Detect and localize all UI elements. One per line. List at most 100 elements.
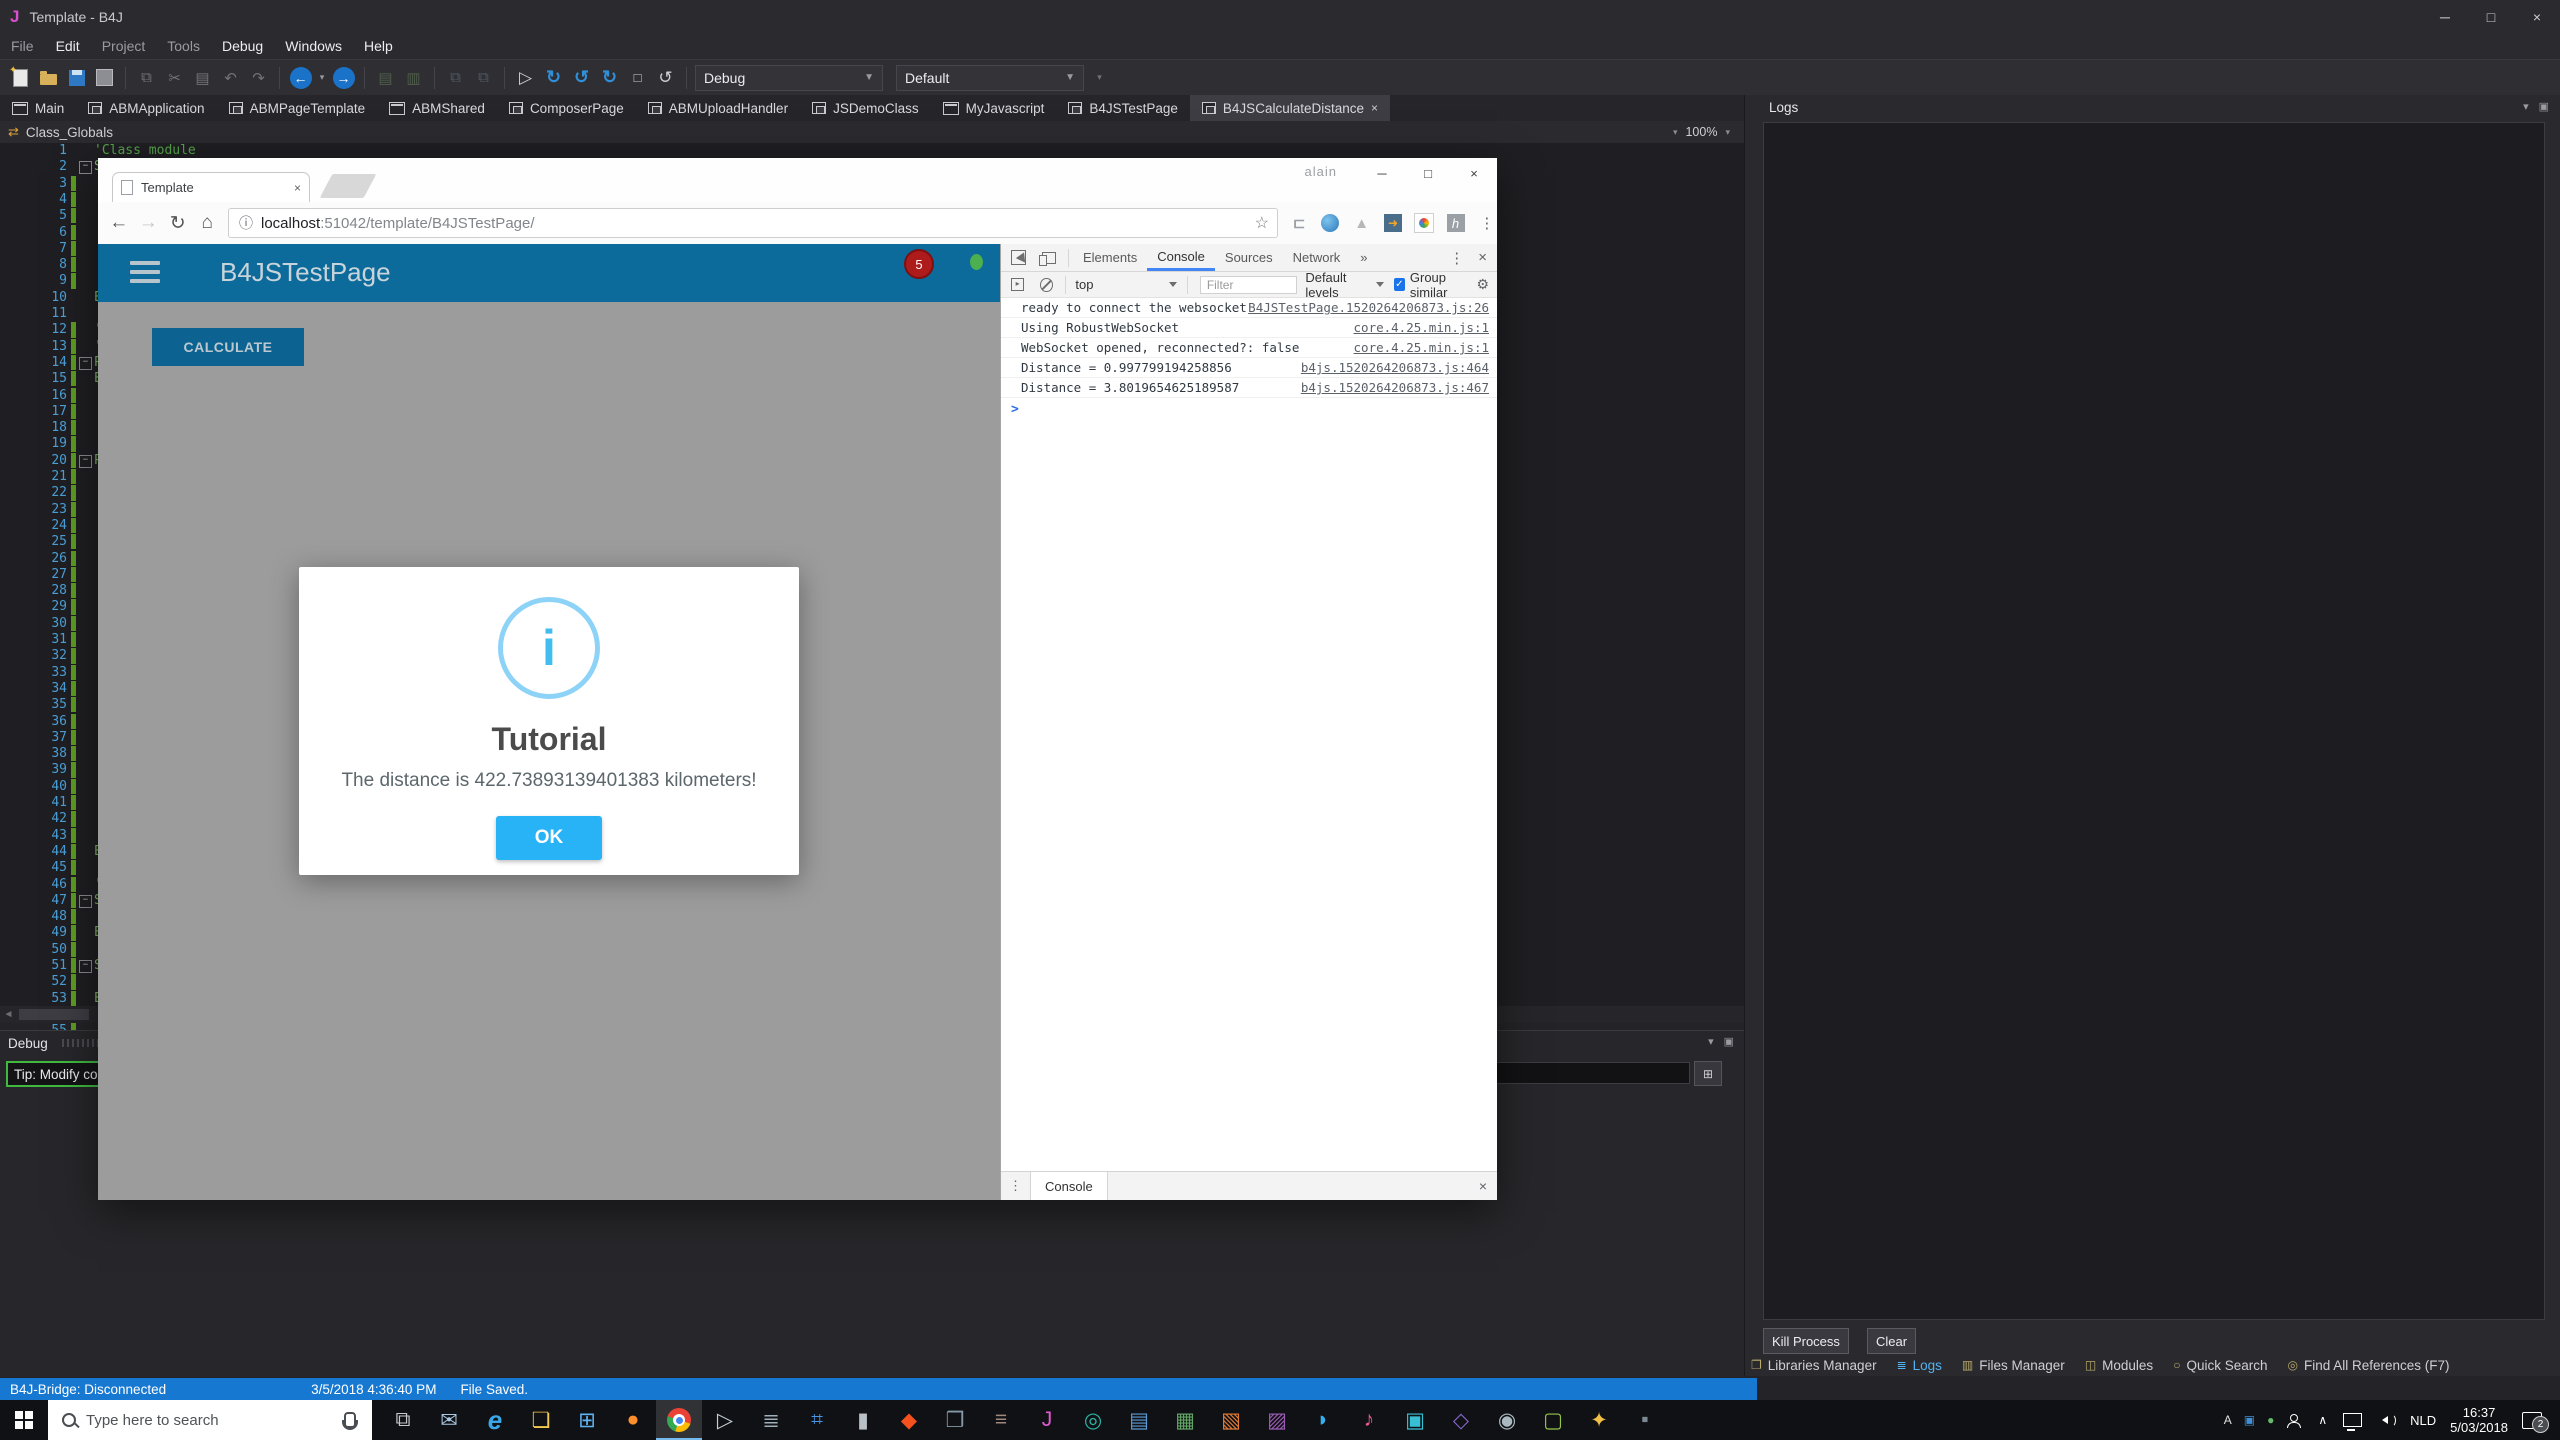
- taskbar-edge-icon[interactable]: e: [472, 1400, 518, 1440]
- page-info-icon[interactable]: ⓘ: [239, 213, 253, 233]
- run-icon[interactable]: ▷: [513, 65, 538, 90]
- ide-tab-composerpage[interactable]: ComposerPage: [497, 95, 636, 121]
- console-source-link[interactable]: core.4.25.min.js:1: [1354, 340, 1489, 355]
- ide-tab-main[interactable]: Main: [0, 95, 76, 121]
- console-source-link[interactable]: core.4.25.min.js:1: [1354, 320, 1489, 335]
- start-button[interactable]: [0, 1400, 48, 1440]
- group-similar-checkbox[interactable]: ✓: [1394, 278, 1405, 291]
- menu-tools[interactable]: Tools: [156, 38, 211, 54]
- devtools-menu-icon[interactable]: ⋮: [1449, 249, 1464, 267]
- fold-marker-icon[interactable]: −: [79, 161, 92, 174]
- build-configuration-dropdown[interactable]: Debug▼: [695, 65, 883, 91]
- tool-tab-quick-search[interactable]: ○Quick Search: [2173, 1358, 2267, 1373]
- taskbar-b4j-icon[interactable]: J: [1024, 1400, 1070, 1440]
- taskbar-store-icon[interactable]: ⊞: [564, 1400, 610, 1440]
- clock[interactable]: 16:37 5/03/2018: [2450, 1405, 2508, 1435]
- taskbar-sheets-icon[interactable]: ▦: [1162, 1400, 1208, 1440]
- comment-icon[interactable]: ▤: [373, 65, 398, 90]
- debug-step-icon[interactable]: ↻: [597, 65, 622, 90]
- devtools-tab-network[interactable]: Network: [1283, 244, 1351, 271]
- menu-windows[interactable]: Windows: [274, 38, 353, 54]
- console-filter-input[interactable]: Filter: [1200, 276, 1298, 294]
- ide-minimize-button[interactable]: ─: [2422, 0, 2468, 33]
- devtools-tab-console[interactable]: Console: [1147, 244, 1215, 271]
- browser-profile-button[interactable]: alain: [1305, 164, 1337, 179]
- drawer-menu-icon[interactable]: ⋮: [1009, 1178, 1022, 1194]
- speaker-icon[interactable]: [2378, 1413, 2396, 1427]
- logs-panel-pin-icon[interactable]: ▣: [2539, 100, 2549, 113]
- ide-close-button[interactable]: ×: [2514, 0, 2560, 33]
- menu-project[interactable]: Project: [91, 38, 157, 54]
- logs-output-area[interactable]: [1763, 122, 2545, 1320]
- taskbar-photos-icon[interactable]: ▣: [1392, 1400, 1438, 1440]
- taskbar-chrome-icon[interactable]: [656, 1400, 702, 1440]
- ide-maximize-button[interactable]: □: [2468, 0, 2514, 33]
- next-module-icon[interactable]: ⧉: [471, 65, 496, 90]
- microphone-icon[interactable]: [344, 1412, 356, 1428]
- taskbar-code-editor-icon[interactable]: ⌗: [794, 1400, 840, 1440]
- save-icon[interactable]: [64, 65, 89, 90]
- inspect-element-icon[interactable]: [1011, 250, 1026, 265]
- ide-tab-b4jscalculatedistance[interactable]: B4JSCalculateDistance×: [1190, 95, 1390, 121]
- reload-icon[interactable]: ↻: [163, 212, 193, 235]
- scrollbar-thumb[interactable]: [19, 1009, 89, 1020]
- debug-panel-pin-icon[interactable]: ▣: [1724, 1035, 1734, 1048]
- tray-app-3-icon[interactable]: ●: [2267, 1413, 2274, 1427]
- extension-photos-icon[interactable]: [1414, 212, 1434, 234]
- tray-app-1-icon[interactable]: A: [2224, 1413, 2232, 1427]
- forward-icon[interactable]: →: [134, 212, 164, 234]
- taskbar-task-view-icon[interactable]: ⧉: [380, 1400, 426, 1440]
- browser-maximize-button[interactable]: □: [1405, 158, 1451, 188]
- browser-menu-icon[interactable]: ⋮: [1477, 212, 1497, 234]
- tab-close-icon[interactable]: ×: [1371, 101, 1378, 115]
- cut-icon[interactable]: ✂: [162, 65, 187, 90]
- network-icon[interactable]: [2343, 1413, 2362, 1427]
- extension-icon-1[interactable]: ⊏: [1289, 212, 1309, 234]
- console-sidebar-icon[interactable]: ▸: [1011, 278, 1024, 291]
- ide-tab-myjavascript[interactable]: MyJavascript: [931, 95, 1057, 121]
- devtools-tab-elements[interactable]: Elements: [1073, 244, 1147, 271]
- taskbar-browser-2-icon[interactable]: ◎: [1070, 1400, 1116, 1440]
- extension-h-icon[interactable]: h: [1445, 212, 1465, 234]
- browser-close-button[interactable]: ×: [1451, 158, 1497, 188]
- devtools-close-icon[interactable]: ×: [1478, 249, 1487, 266]
- prev-module-icon[interactable]: ⧉: [443, 65, 468, 90]
- drawer-console-tab[interactable]: Console: [1030, 1172, 1108, 1200]
- export-icon[interactable]: [92, 65, 117, 90]
- devtools-tab-more[interactable]: »: [1350, 244, 1377, 271]
- open-file-icon[interactable]: [36, 65, 61, 90]
- menu-debug[interactable]: Debug: [211, 38, 274, 54]
- clear-logs-button[interactable]: Clear: [1867, 1328, 1916, 1354]
- taskbar-docs-icon[interactable]: ▤: [1116, 1400, 1162, 1440]
- hamburger-menu-icon[interactable]: [130, 261, 160, 288]
- redo-icon[interactable]: ↷: [246, 65, 271, 90]
- ide-tab-abmapplication[interactable]: ABMApplication: [76, 95, 216, 121]
- debug-input-button[interactable]: ⊞: [1694, 1061, 1722, 1086]
- taskbar-git-client-icon[interactable]: ◆: [886, 1400, 932, 1440]
- tool-tab-modules[interactable]: ◫Modules: [2085, 1358, 2153, 1373]
- taskbar-file-explorer-icon[interactable]: ❏: [518, 1400, 564, 1440]
- browser-tab[interactable]: Template ×: [112, 172, 310, 202]
- device-toolbar-icon[interactable]: [1042, 252, 1056, 264]
- toolbar-overflow-icon[interactable]: ▾: [1087, 65, 1112, 90]
- taskbar-tool-2-icon[interactable]: ✦: [1576, 1400, 1622, 1440]
- new-file-icon[interactable]: ✦: [8, 65, 33, 90]
- ok-button[interactable]: OK: [496, 816, 602, 860]
- back-icon[interactable]: ←: [104, 212, 134, 234]
- ide-tab-b4jstestpage[interactable]: B4JSTestPage: [1056, 95, 1190, 121]
- console-settings-gear-icon[interactable]: ⚙: [1476, 276, 1489, 293]
- taskbar-tool-3-icon[interactable]: ▪: [1622, 1400, 1668, 1440]
- tab-close-icon[interactable]: ×: [294, 181, 301, 195]
- taskbar-chat-icon[interactable]: ◗: [1300, 1400, 1346, 1440]
- taskbar-game-hub-icon[interactable]: ◉: [1484, 1400, 1530, 1440]
- tool-tab-find-all-references-f7-[interactable]: ◎Find All References (F7): [2287, 1358, 2449, 1373]
- console-source-link[interactable]: b4js.1520264206873.js:467: [1301, 380, 1489, 395]
- copy-icon[interactable]: ⧉: [134, 65, 159, 90]
- navigate-back-caret-icon[interactable]: ▾: [316, 65, 328, 90]
- people-icon[interactable]: [2286, 1414, 2302, 1426]
- fold-marker-icon[interactable]: −: [79, 960, 92, 973]
- address-bar[interactable]: ⓘ localhost :51042/template/B4JSTestPage…: [228, 208, 1278, 238]
- log-levels-dropdown[interactable]: Default levels: [1305, 270, 1383, 300]
- extension-icon-2[interactable]: ➜: [1383, 212, 1403, 234]
- taskbar-slides-icon[interactable]: ▧: [1208, 1400, 1254, 1440]
